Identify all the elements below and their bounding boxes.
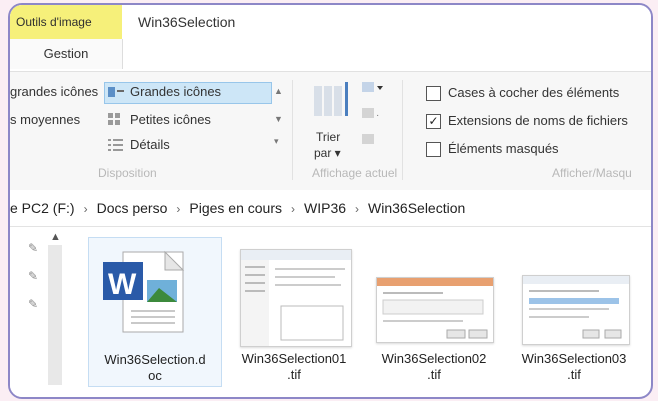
layout-option-extra-large-icons[interactable]: grandes icônes <box>10 84 98 99</box>
file-tile-tif-03[interactable]: Win36Selection03 .tif <box>508 237 640 385</box>
file-name-2: .tif <box>567 367 581 382</box>
svg-text:·: · <box>376 110 379 121</box>
small-icons-icon <box>108 113 120 125</box>
chevron-right-icon[interactable]: › <box>355 202 359 216</box>
chevron-right-icon[interactable]: › <box>291 202 295 216</box>
file-name: Win36Selection01 <box>241 351 347 366</box>
contextual-tab-outils-image[interactable]: Outils d'image <box>10 5 122 39</box>
chevron-right-icon[interactable]: › <box>84 202 88 216</box>
option-hidden-items[interactable]: Éléments masqués <box>448 141 559 156</box>
ribbon: grandes icônes Grandes icônes s moyennes… <box>10 71 651 191</box>
checkbox-hidden-items[interactable] <box>426 142 441 157</box>
option-file-extensions[interactable]: Extensions de noms de fichiers <box>448 113 628 128</box>
breadcrumb-piges-en-cours[interactable]: Piges en cours <box>189 200 282 216</box>
group-label-show-hide: Afficher/Masqu <box>552 166 632 180</box>
file-tile-tif-01[interactable]: Win36Selection01 .tif <box>228 237 360 385</box>
group-separator <box>292 80 293 180</box>
file-name-2: oc <box>148 368 162 383</box>
layout-option-small-icons[interactable]: Petites icônes <box>130 112 211 127</box>
breadcrumb-drive[interactable]: e PC2 (F:) <box>10 200 75 216</box>
group-separator-2 <box>402 80 403 180</box>
layout-option-large-icons[interactable]: Grandes icônes <box>130 84 221 99</box>
group-label-disposition: Disposition <box>98 166 157 180</box>
breadcrumb-docs-perso[interactable]: Docs perso <box>97 200 168 216</box>
checkbox-item-checkboxes[interactable] <box>426 86 441 101</box>
dialog-preview-icon <box>523 276 629 339</box>
file-name-2: .tif <box>287 367 301 382</box>
file-name-2: .tif <box>427 367 441 382</box>
details-icon <box>108 139 123 151</box>
dialog-preview-icon <box>377 278 493 339</box>
gallery-scroll-down-icon[interactable]: ▼ <box>274 114 283 124</box>
file-name: Win36Selection02 <box>381 351 487 366</box>
pin-icon[interactable]: ✎ <box>28 269 38 283</box>
group-by-icon[interactable] <box>362 80 384 96</box>
breadcrumb-current-folder[interactable]: Win36Selection <box>368 200 465 216</box>
layout-option-medium-icons[interactable]: s moyennes <box>10 112 80 127</box>
file-name: Win36Selection03 <box>521 351 627 366</box>
ribbon-tab-row: Outils d'image Gestion Win36Selection <box>10 5 651 71</box>
sort-dropdown-icon: ▾ <box>331 146 341 160</box>
checkbox-file-extensions[interactable]: ✓ <box>426 114 441 129</box>
nav-scrollbar[interactable] <box>48 245 62 385</box>
tab-gestion[interactable]: Gestion <box>10 39 123 69</box>
file-name: Win36Selection.d <box>104 352 206 367</box>
layout-option-details[interactable]: Détails <box>130 137 170 152</box>
address-bar[interactable]: e PC2 (F:) › Docs perso › Piges en cours › WIP… <box>10 190 651 227</box>
scroll-up-icon[interactable]: ▲ <box>50 231 61 243</box>
word-document-icon: W <box>103 250 185 333</box>
size-columns-icon[interactable] <box>362 132 384 148</box>
breadcrumb-wip36[interactable]: WIP36 <box>304 200 346 216</box>
file-tile-doc[interactable]: W Win36Selection.d oc <box>88 237 222 387</box>
image-thumbnail <box>522 275 630 345</box>
sort-by-button[interactable]: Trier <box>316 130 340 144</box>
add-columns-icon[interactable]: · <box>362 106 384 122</box>
chevron-right-icon[interactable]: › <box>176 202 180 216</box>
screenshot-preview-icon <box>241 250 351 346</box>
window-title: Win36Selection <box>138 14 236 30</box>
sort-by-sub[interactable]: par ▾ <box>314 146 341 160</box>
pin-icon[interactable]: ✎ <box>28 297 38 311</box>
sort-by-sub-label: par <box>314 146 332 160</box>
pin-icon[interactable]: ✎ <box>28 241 38 255</box>
image-thumbnail <box>376 277 494 343</box>
gallery-expand-icon[interactable]: ▾ <box>274 136 279 147</box>
large-icons-icon <box>108 87 124 97</box>
file-tile-tif-02[interactable]: Win36Selection02 .tif <box>368 237 500 385</box>
explorer-window: Outils d'image Gestion Win36Selection gr… <box>8 3 653 399</box>
option-item-checkboxes[interactable]: Cases à cocher des éléments <box>448 85 619 100</box>
group-label-current-view: Affichage actuel <box>312 166 398 180</box>
image-thumbnail <box>240 249 352 347</box>
sort-by-icon <box>314 82 348 116</box>
svg-text:W: W <box>108 268 137 301</box>
gallery-scroll-up-icon[interactable]: ▲ <box>274 86 283 96</box>
